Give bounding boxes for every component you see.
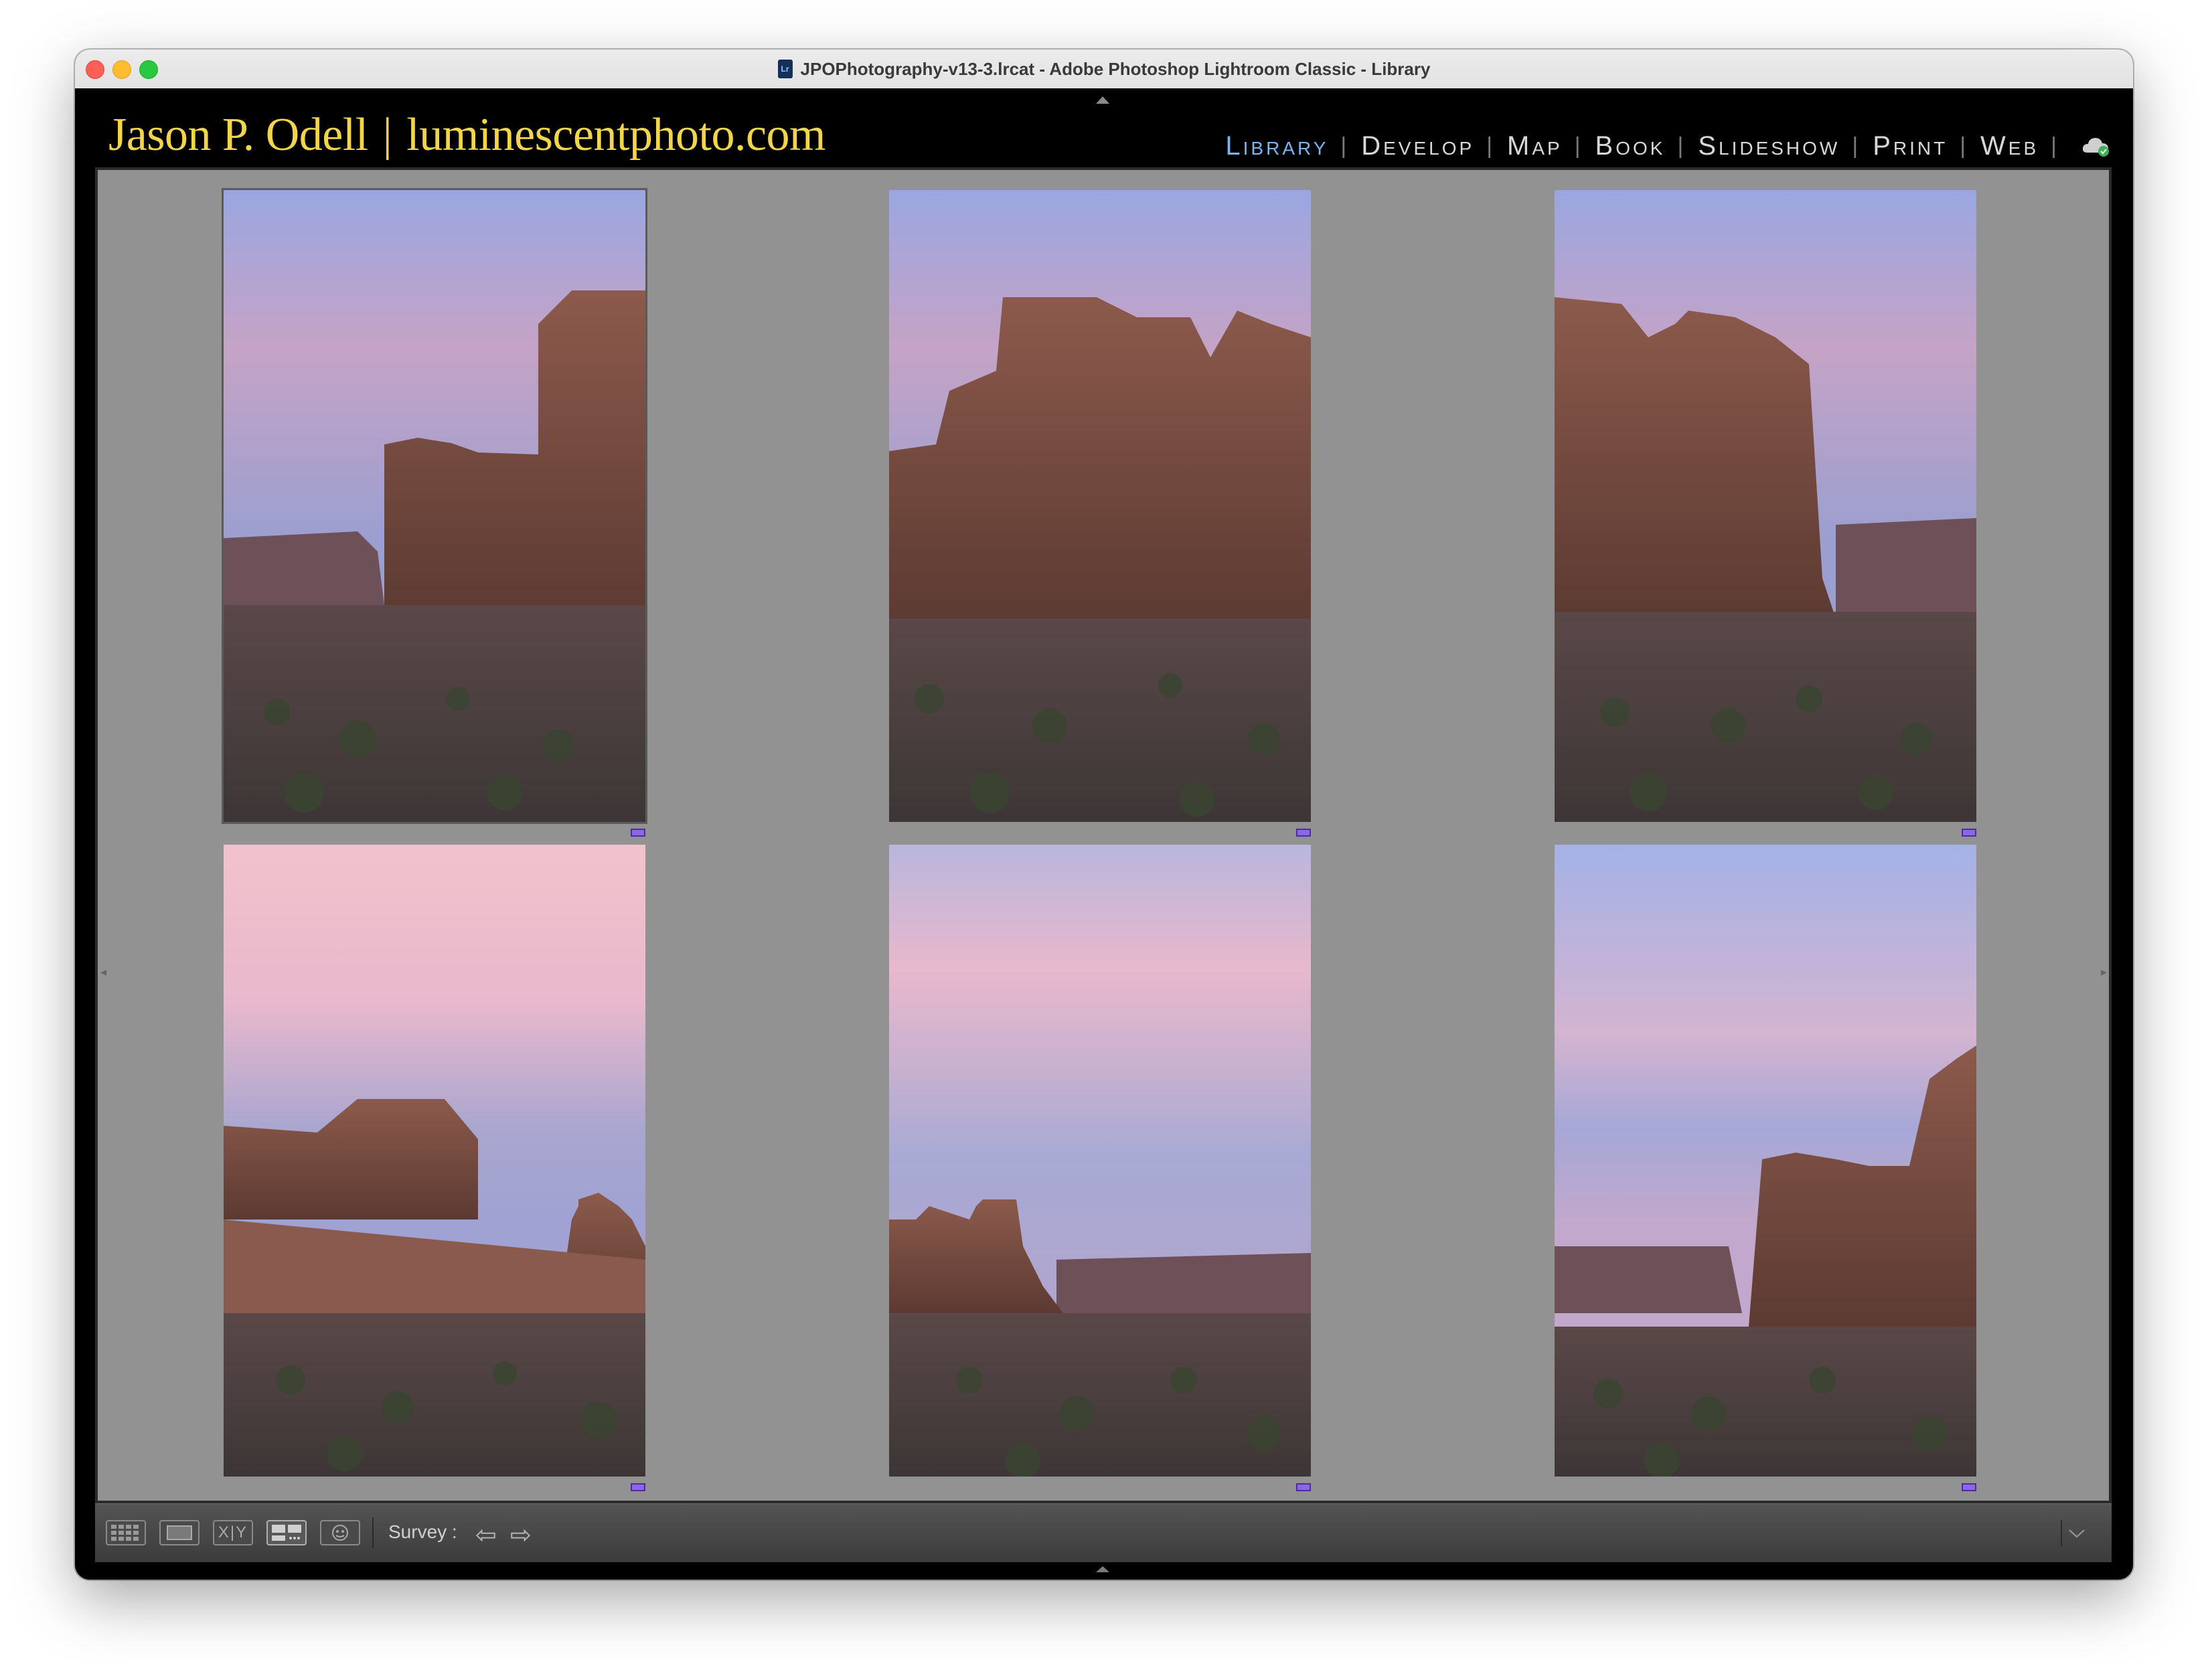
- module-separator: |: [1340, 133, 1350, 159]
- arrow-left-icon[interactable]: ⇦: [475, 1520, 497, 1550]
- flag-badge-icon: [1962, 1483, 1976, 1491]
- chevron-down-icon[interactable]: [2061, 1520, 2092, 1547]
- title-bar: Lr JPOPhotography-v13-3.lrcat - Adobe Ph…: [75, 50, 2133, 89]
- module-separator: |: [2051, 133, 2059, 159]
- right-panel-handle-icon[interactable]: ▸: [2101, 965, 2107, 985]
- survey-photo-5[interactable]: [889, 845, 1311, 1477]
- app-window: Lr JPOPhotography-v13-3.lrcat - Adobe Ph…: [75, 50, 2133, 1580]
- library-toolbar: X|Y Survey : ⇦ ⇨: [95, 1503, 2112, 1562]
- survey-photo-4[interactable]: [224, 845, 645, 1477]
- survey-photo-6[interactable]: [1555, 845, 1976, 1477]
- module-picker: Library | Develop | Map | Book | Slidesh…: [1225, 126, 2112, 166]
- survey-photo-1[interactable]: [222, 188, 647, 824]
- module-slideshow[interactable]: Slideshow: [1698, 131, 1840, 161]
- flag-badge-icon: [1296, 829, 1311, 837]
- survey-view: ◂ ▸: [95, 167, 2112, 1503]
- module-separator: |: [1852, 133, 1861, 159]
- flag-badge-icon: [631, 829, 645, 837]
- module-book[interactable]: Book: [1595, 131, 1666, 161]
- window-title: JPOPhotography-v13-3.lrcat - Adobe Photo…: [800, 58, 1431, 79]
- grid-view-icon[interactable]: [106, 1520, 146, 1545]
- identity-name: Jason P. Odell: [108, 109, 368, 161]
- left-panel-handle-icon[interactable]: ◂: [100, 965, 106, 985]
- survey-photo-3[interactable]: [1555, 190, 1976, 822]
- loupe-view-icon[interactable]: [159, 1520, 200, 1545]
- flag-badge-icon: [631, 1483, 645, 1491]
- module-web[interactable]: Web: [1980, 131, 2039, 161]
- module-separator: |: [1960, 133, 1969, 159]
- survey-photo-2[interactable]: [889, 190, 1311, 822]
- flag-badge-icon: [1296, 1483, 1311, 1491]
- toolbar-divider: [372, 1517, 374, 1548]
- arrow-right-icon[interactable]: ⇨: [510, 1520, 532, 1550]
- module-separator: |: [1677, 133, 1686, 159]
- compare-view-label: X|Y: [218, 1523, 248, 1541]
- module-separator: |: [1486, 133, 1496, 159]
- identity-website: luminescentphoto.com: [406, 109, 825, 161]
- survey-mode-label: Survey :: [388, 1521, 457, 1542]
- collapse-filmstrip-icon[interactable]: [1096, 1566, 1109, 1572]
- module-library[interactable]: Library: [1225, 131, 1328, 161]
- identity-plate[interactable]: Jason P. Odell | luminescentphoto.com: [108, 108, 825, 162]
- module-develop[interactable]: Develop: [1361, 131, 1474, 161]
- people-view-icon[interactable]: [320, 1520, 360, 1545]
- cloud-sync-icon[interactable]: [2081, 134, 2112, 158]
- collapse-top-panel-icon[interactable]: [1096, 96, 1109, 104]
- lightroom-document-icon: Lr: [777, 60, 793, 78]
- survey-view-icon[interactable]: [266, 1520, 307, 1545]
- module-map[interactable]: Map: [1507, 131, 1563, 161]
- identity-separator: |: [382, 109, 392, 161]
- module-print[interactable]: Print: [1873, 131, 1948, 161]
- compare-view-icon[interactable]: X|Y: [213, 1520, 253, 1545]
- module-separator: |: [1574, 133, 1583, 159]
- flag-badge-icon: [1962, 829, 1976, 837]
